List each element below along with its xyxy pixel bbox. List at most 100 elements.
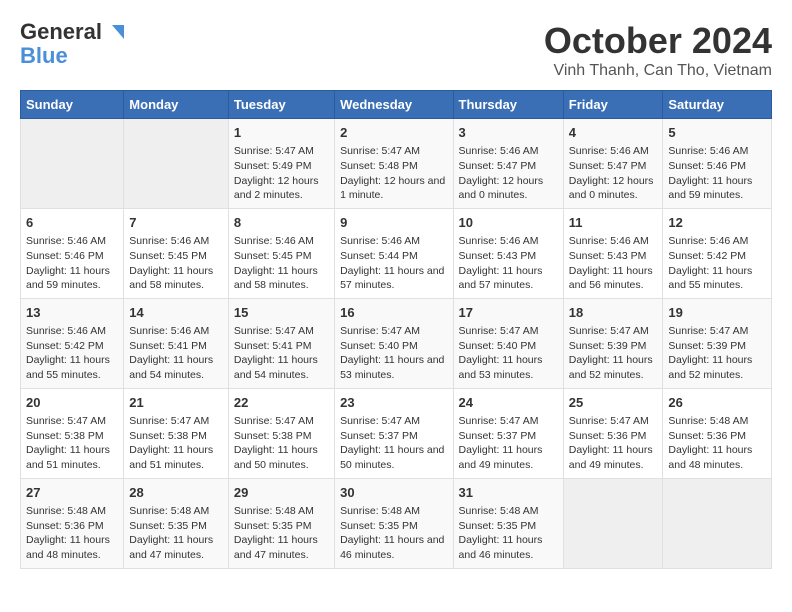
- day-info: Sunrise: 5:47 AM: [129, 414, 223, 429]
- day-number: 15: [234, 304, 329, 322]
- calendar-cell: 2Sunrise: 5:47 AMSunset: 5:48 PMDaylight…: [335, 119, 453, 209]
- day-number: 18: [569, 304, 658, 322]
- day-info: Daylight: 11 hours and 59 minutes.: [26, 264, 118, 293]
- calendar-cell: 20Sunrise: 5:47 AMSunset: 5:38 PMDayligh…: [21, 388, 124, 478]
- day-info: Sunrise: 5:48 AM: [26, 504, 118, 519]
- week-row-4: 20Sunrise: 5:47 AMSunset: 5:38 PMDayligh…: [21, 388, 772, 478]
- logo-icon: [104, 21, 126, 43]
- day-info: Sunset: 5:47 PM: [569, 159, 658, 174]
- day-number: 13: [26, 304, 118, 322]
- day-info: Daylight: 12 hours and 2 minutes.: [234, 174, 329, 203]
- day-info: Sunset: 5:42 PM: [668, 249, 766, 264]
- day-info: Sunset: 5:40 PM: [459, 339, 558, 354]
- day-number: 29: [234, 484, 329, 502]
- day-number: 5: [668, 124, 766, 142]
- page-header: General Blue October 2024 Vinh Thanh, Ca…: [20, 20, 772, 80]
- day-number: 6: [26, 214, 118, 232]
- day-info: Sunrise: 5:46 AM: [569, 234, 658, 249]
- day-info: Sunset: 5:38 PM: [26, 429, 118, 444]
- day-info: Daylight: 11 hours and 54 minutes.: [234, 353, 329, 382]
- day-info: Sunset: 5:42 PM: [26, 339, 118, 354]
- day-info: Sunrise: 5:47 AM: [668, 324, 766, 339]
- day-info: Sunrise: 5:48 AM: [340, 504, 447, 519]
- day-number: 19: [668, 304, 766, 322]
- day-info: Sunrise: 5:48 AM: [234, 504, 329, 519]
- calendar-subtitle: Vinh Thanh, Can Tho, Vietnam: [544, 62, 772, 80]
- day-info: Sunrise: 5:47 AM: [459, 414, 558, 429]
- day-info: Daylight: 11 hours and 47 minutes.: [129, 533, 223, 562]
- header-monday: Monday: [124, 91, 229, 119]
- day-number: 24: [459, 394, 558, 412]
- day-number: 25: [569, 394, 658, 412]
- day-number: 28: [129, 484, 223, 502]
- calendar-cell: 25Sunrise: 5:47 AMSunset: 5:36 PMDayligh…: [563, 388, 663, 478]
- day-info: Daylight: 11 hours and 59 minutes.: [668, 174, 766, 203]
- day-info: Sunrise: 5:48 AM: [459, 504, 558, 519]
- header-tuesday: Tuesday: [228, 91, 334, 119]
- day-info: Daylight: 11 hours and 49 minutes.: [459, 443, 558, 472]
- calendar-cell: 12Sunrise: 5:46 AMSunset: 5:42 PMDayligh…: [663, 208, 772, 298]
- day-info: Sunrise: 5:46 AM: [569, 144, 658, 159]
- day-number: 4: [569, 124, 658, 142]
- day-info: Sunrise: 5:47 AM: [234, 144, 329, 159]
- day-number: 31: [459, 484, 558, 502]
- day-info: Sunset: 5:43 PM: [569, 249, 658, 264]
- day-info: Sunrise: 5:47 AM: [340, 414, 447, 429]
- day-info: Sunrise: 5:46 AM: [459, 234, 558, 249]
- calendar-cell: 10Sunrise: 5:46 AMSunset: 5:43 PMDayligh…: [453, 208, 563, 298]
- day-info: Daylight: 11 hours and 50 minutes.: [234, 443, 329, 472]
- logo-blue: Blue: [20, 44, 68, 68]
- day-info: Daylight: 11 hours and 52 minutes.: [668, 353, 766, 382]
- day-number: 21: [129, 394, 223, 412]
- day-info: Daylight: 12 hours and 1 minute.: [340, 174, 447, 203]
- day-info: Sunset: 5:41 PM: [129, 339, 223, 354]
- day-info: Sunset: 5:39 PM: [569, 339, 658, 354]
- day-number: 23: [340, 394, 447, 412]
- week-row-1: 1Sunrise: 5:47 AMSunset: 5:49 PMDaylight…: [21, 119, 772, 209]
- day-number: 11: [569, 214, 658, 232]
- day-number: 1: [234, 124, 329, 142]
- day-info: Sunset: 5:45 PM: [129, 249, 223, 264]
- day-info: Daylight: 11 hours and 48 minutes.: [26, 533, 118, 562]
- calendar-table: SundayMondayTuesdayWednesdayThursdayFrid…: [20, 90, 772, 569]
- day-info: Sunrise: 5:46 AM: [668, 144, 766, 159]
- calendar-cell: 5Sunrise: 5:46 AMSunset: 5:46 PMDaylight…: [663, 119, 772, 209]
- day-info: Sunset: 5:47 PM: [459, 159, 558, 174]
- calendar-cell: 14Sunrise: 5:46 AMSunset: 5:41 PMDayligh…: [124, 298, 229, 388]
- logo: General Blue: [20, 20, 126, 68]
- calendar-cell: 28Sunrise: 5:48 AMSunset: 5:35 PMDayligh…: [124, 478, 229, 568]
- day-number: 22: [234, 394, 329, 412]
- day-info: Sunset: 5:45 PM: [234, 249, 329, 264]
- calendar-cell: 31Sunrise: 5:48 AMSunset: 5:35 PMDayligh…: [453, 478, 563, 568]
- day-info: Sunrise: 5:46 AM: [26, 324, 118, 339]
- day-info: Sunset: 5:36 PM: [26, 519, 118, 534]
- day-info: Daylight: 11 hours and 53 minutes.: [340, 353, 447, 382]
- day-info: Sunset: 5:38 PM: [129, 429, 223, 444]
- day-info: Sunrise: 5:47 AM: [26, 414, 118, 429]
- day-info: Sunrise: 5:46 AM: [340, 234, 447, 249]
- week-row-5: 27Sunrise: 5:48 AMSunset: 5:36 PMDayligh…: [21, 478, 772, 568]
- day-info: Daylight: 11 hours and 58 minutes.: [234, 264, 329, 293]
- day-info: Daylight: 12 hours and 0 minutes.: [569, 174, 658, 203]
- day-number: 9: [340, 214, 447, 232]
- day-number: 8: [234, 214, 329, 232]
- day-info: Daylight: 11 hours and 57 minutes.: [459, 264, 558, 293]
- calendar-header-row: SundayMondayTuesdayWednesdayThursdayFrid…: [21, 91, 772, 119]
- day-info: Sunrise: 5:46 AM: [26, 234, 118, 249]
- header-friday: Friday: [563, 91, 663, 119]
- day-info: Daylight: 11 hours and 46 minutes.: [459, 533, 558, 562]
- calendar-cell: 27Sunrise: 5:48 AMSunset: 5:36 PMDayligh…: [21, 478, 124, 568]
- calendar-cell: 9Sunrise: 5:46 AMSunset: 5:44 PMDaylight…: [335, 208, 453, 298]
- day-info: Sunset: 5:36 PM: [668, 429, 766, 444]
- day-info: Daylight: 11 hours and 56 minutes.: [569, 264, 658, 293]
- day-number: 7: [129, 214, 223, 232]
- calendar-cell: 26Sunrise: 5:48 AMSunset: 5:36 PMDayligh…: [663, 388, 772, 478]
- calendar-cell: 1Sunrise: 5:47 AMSunset: 5:49 PMDaylight…: [228, 119, 334, 209]
- day-info: Sunset: 5:35 PM: [234, 519, 329, 534]
- header-sunday: Sunday: [21, 91, 124, 119]
- calendar-cell: 11 Sunrise: 5:46 AMSunset: 5:43 PMDayligh…: [563, 208, 663, 298]
- day-number: 10: [459, 214, 558, 232]
- day-number: 20: [26, 394, 118, 412]
- calendar-cell: 22Sunrise: 5:47 AMSunset: 5:38 PMDayligh…: [228, 388, 334, 478]
- calendar-cell: 8Sunrise: 5:46 AMSunset: 5:45 PMDaylight…: [228, 208, 334, 298]
